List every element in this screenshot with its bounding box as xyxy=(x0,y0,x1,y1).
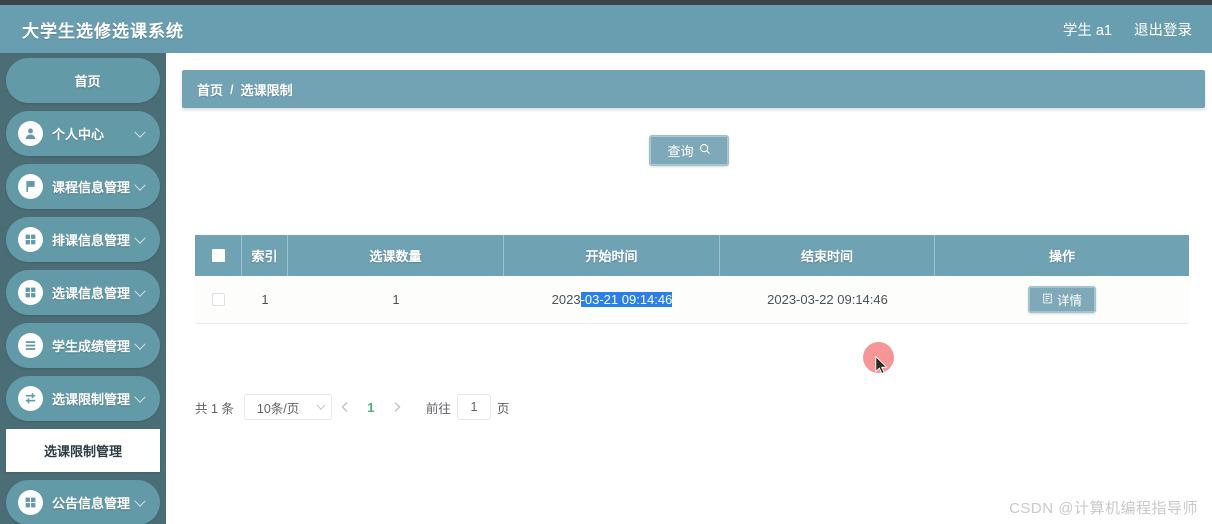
page-size-select[interactable]: 10条/页 xyxy=(243,394,332,420)
sidebar-submenu-label: 选课限制管理 xyxy=(43,444,122,459)
breadcrumb-current: 选课限制 xyxy=(240,82,293,98)
row-start-time[interactable]: 2023 -03-21 09:14:46 xyxy=(504,276,720,323)
row-start-time-unselected: 2023 xyxy=(551,292,581,307)
sidebar-item-label: 学生成绩管理 xyxy=(52,339,131,354)
sidebar-item-home[interactable]: 首页 xyxy=(6,58,160,103)
row-checkbox[interactable] xyxy=(212,293,225,306)
grid-icon xyxy=(18,227,43,252)
goto-page-value: 1 xyxy=(470,400,478,414)
page-unit-label: 页 xyxy=(496,401,510,416)
chevron-down-icon xyxy=(134,285,146,297)
row-count: 1 xyxy=(392,292,400,307)
app-header: 大学生选修选课系统 学生 a1 退出登录 xyxy=(0,5,1212,53)
detail-button-label: 详情 xyxy=(1056,294,1082,308)
goto-label: 前往 xyxy=(425,401,451,416)
sidebar-item-label: 公告信息管理 xyxy=(52,496,131,511)
sidebar-item-label: 个人中心 xyxy=(52,127,105,142)
header-actions: 学生 a1 退出登录 xyxy=(1063,19,1192,40)
table-header-row: 索引 选课数量 开始时间 结束时间 操作 xyxy=(195,235,1189,276)
pagination: 共 1 条 10条/页 1 前往 1 页 xyxy=(195,391,509,423)
query-button[interactable]: 查询 xyxy=(649,135,729,166)
page-title: 大学生选修选课系统 xyxy=(22,21,184,41)
table-header-select-all[interactable] xyxy=(195,235,242,276)
grid-icon xyxy=(18,490,43,515)
sidebar-item-selection-info[interactable]: 选课信息管理 xyxy=(6,270,160,315)
table-header-end-time: 结束时间 xyxy=(720,235,935,276)
row-start-time-selected: -03-21 09:14:46 xyxy=(580,292,673,307)
current-user-label: 学生 a1 xyxy=(1062,22,1112,39)
sidebar-item-personal-center[interactable]: 个人中心 xyxy=(6,111,160,156)
toolbar: 查询 xyxy=(166,135,1212,166)
sidebar-item-course-info[interactable]: 课程信息管理 xyxy=(6,164,160,209)
click-indicator xyxy=(863,342,894,373)
chevron-down-icon xyxy=(316,401,326,410)
user-icon xyxy=(18,121,43,146)
detail-button[interactable]: 详情 xyxy=(1028,286,1096,313)
watermark: CSDN @计算机编程指导师 xyxy=(1009,500,1198,517)
chevron-down-icon xyxy=(134,495,146,507)
next-page-button[interactable] xyxy=(384,394,410,420)
sidebar: 首页 个人中心 课程信息管理 排课信息管理 选课信息管理 学生成绩管理 选课限制… xyxy=(0,53,166,524)
sidebar-item-selection-limit[interactable]: 选课限制管理 xyxy=(6,376,160,421)
prev-page-button[interactable] xyxy=(332,394,358,420)
table-row: 1 1 2023 -03-21 09:14:46 2023-03-22 09:14… xyxy=(195,276,1189,324)
sidebar-item-label: 首页 xyxy=(74,74,101,89)
chevron-down-icon xyxy=(134,232,146,244)
sidebar-item-label: 课程信息管理 xyxy=(52,180,131,195)
breadcrumb: 首页 / 选课限制 xyxy=(182,70,1205,108)
page-number-1[interactable]: 1 xyxy=(358,394,384,420)
document-icon xyxy=(1042,293,1053,307)
breadcrumb-home[interactable]: 首页 xyxy=(197,80,223,99)
sliders-icon xyxy=(18,386,43,411)
chevron-down-icon xyxy=(134,179,146,191)
table-header-index: 索引 xyxy=(242,235,288,276)
mouse-cursor-icon xyxy=(875,356,888,375)
limits-table: 索引 选课数量 开始时间 结束时间 操作 1 1 2023 -03-21 09:1… xyxy=(195,235,1189,324)
logout-link[interactable]: 退出登录 xyxy=(1134,19,1192,40)
sidebar-submenu-item-selection-limit[interactable]: 选课限制管理 xyxy=(6,429,160,472)
row-index: 1 xyxy=(261,292,269,307)
sidebar-item-schedule-info[interactable]: 排课信息管理 xyxy=(6,217,160,262)
list-icon xyxy=(18,333,43,358)
app-root: 大学生选修选课系统 学生 a1 退出登录 首页 个人中心 课程信息管理 排课信息… xyxy=(0,0,1212,524)
sidebar-item-student-grades[interactable]: 学生成绩管理 xyxy=(6,323,160,368)
chevron-down-icon xyxy=(134,338,146,350)
search-icon xyxy=(699,143,711,158)
goto-page-input[interactable]: 1 xyxy=(456,394,491,420)
row-select-cell[interactable] xyxy=(195,276,242,323)
sidebar-item-label: 选课信息管理 xyxy=(52,286,131,301)
chevron-right-icon xyxy=(394,402,401,412)
flag-icon xyxy=(18,174,43,199)
chevron-down-icon xyxy=(134,391,146,403)
pagination-total: 共 1 条 xyxy=(195,401,234,416)
row-operations: 详情 xyxy=(935,276,1189,323)
chevron-left-icon xyxy=(341,402,348,412)
select-all-checkbox[interactable] xyxy=(211,249,225,262)
page-size-value: 10条/页 xyxy=(256,401,300,416)
main-content: 首页 / 选课限制 查询 索引 选课数量 开始时间 结束时间 操作 1 1 20… xyxy=(166,53,1212,524)
query-button-label: 查询 xyxy=(667,144,694,159)
sidebar-item-label: 选课限制管理 xyxy=(52,392,131,407)
table-header-operation: 操作 xyxy=(1048,249,1075,264)
grid-icon xyxy=(18,280,43,305)
table-header-start-time: 开始时间 xyxy=(504,235,720,276)
breadcrumb-separator: / xyxy=(230,81,234,97)
chevron-down-icon xyxy=(134,126,146,138)
table-header-count: 选课数量 xyxy=(288,235,504,276)
row-end-time: 2023-03-22 09:14:46 xyxy=(767,292,888,307)
sidebar-item-announcement-info[interactable]: 公告信息管理 xyxy=(6,480,160,524)
sidebar-item-label: 排课信息管理 xyxy=(52,233,131,248)
